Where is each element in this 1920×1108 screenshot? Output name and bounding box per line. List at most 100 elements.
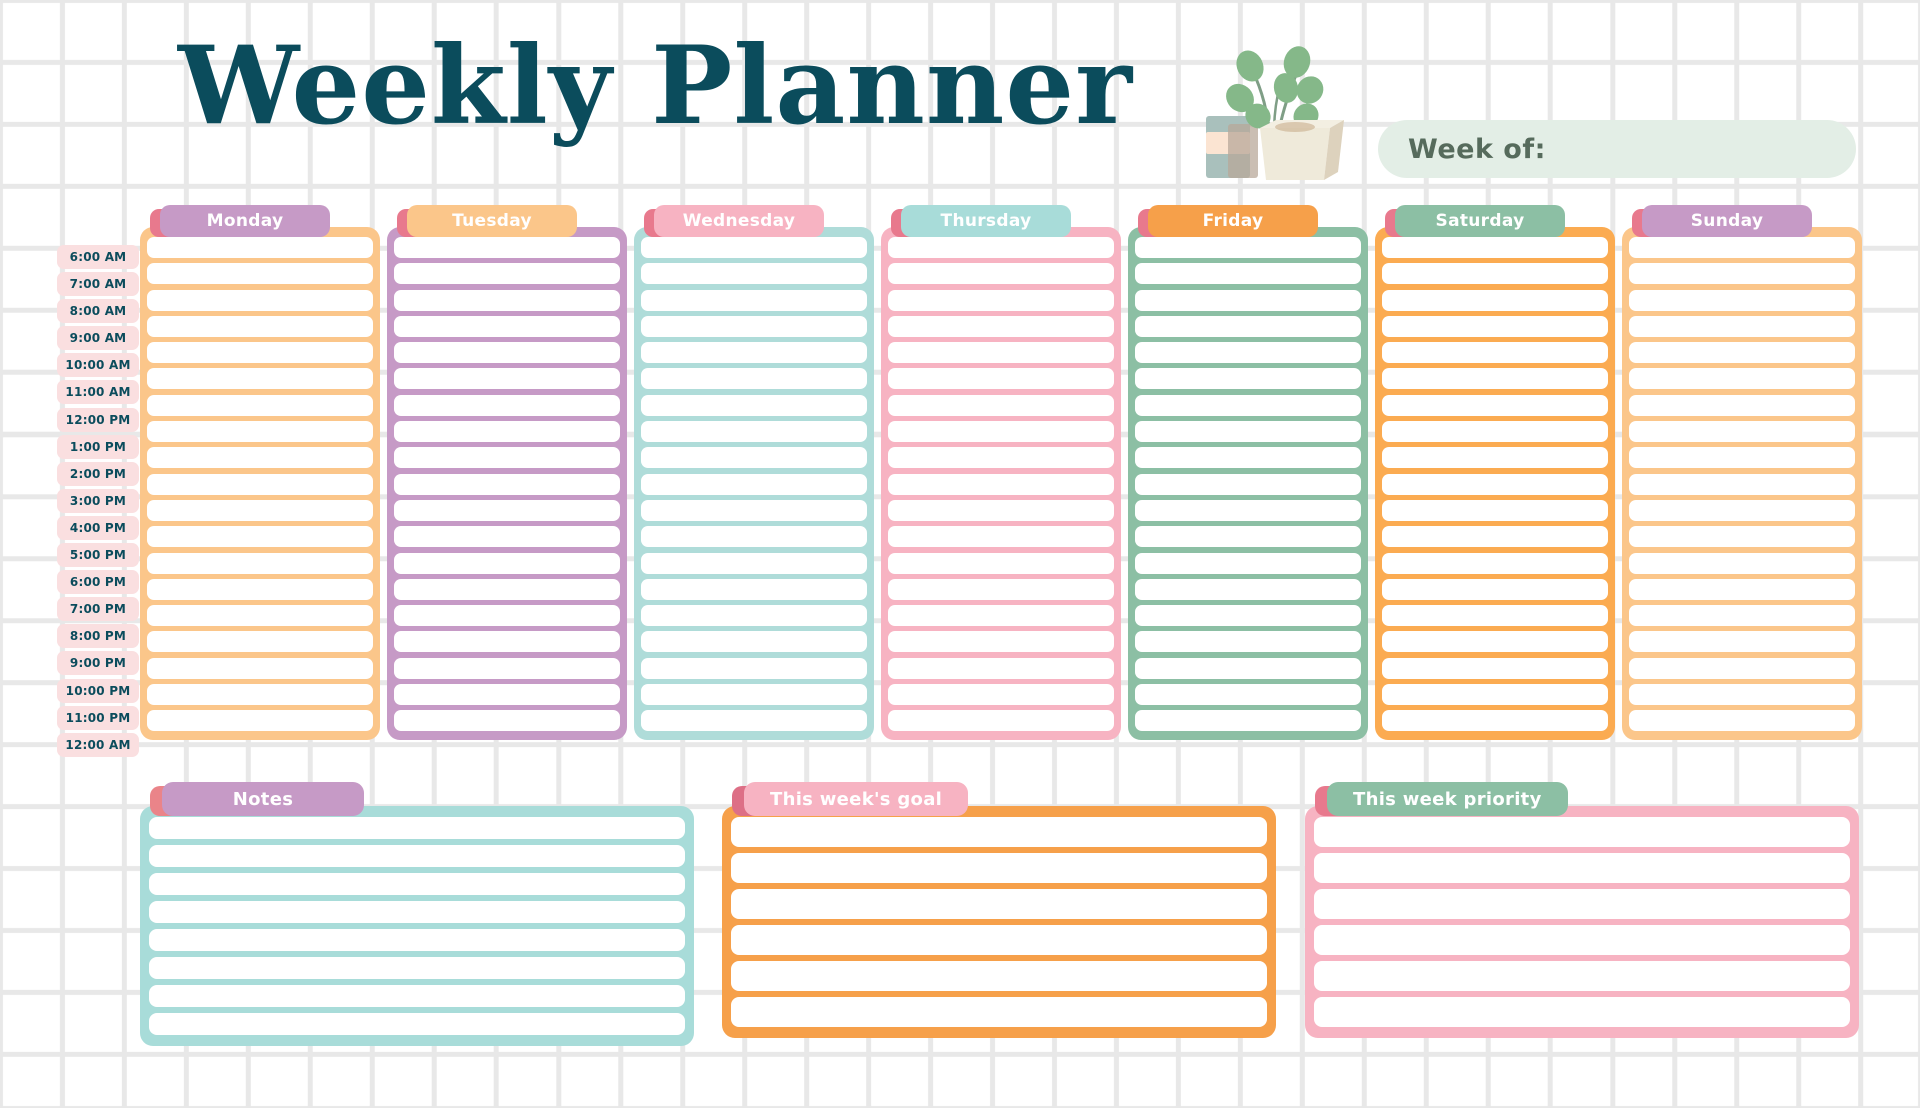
day-entry-slot[interactable] xyxy=(1135,684,1361,706)
day-entry-slot[interactable] xyxy=(1135,473,1361,495)
day-entry-slot[interactable] xyxy=(888,499,1114,521)
day-entry-slot[interactable] xyxy=(394,394,620,416)
day-entry-slot[interactable] xyxy=(888,421,1114,443)
day-entry-slot[interactable] xyxy=(394,368,620,390)
panel-write-line[interactable] xyxy=(149,929,685,951)
day-entry-slot[interactable] xyxy=(1382,394,1608,416)
day-entry-slot[interactable] xyxy=(394,342,620,364)
day-entry-slot[interactable] xyxy=(1382,526,1608,548)
day-entry-slot[interactable] xyxy=(394,552,620,574)
panel-write-line[interactable] xyxy=(731,853,1267,883)
day-entry-slot[interactable] xyxy=(1382,631,1608,653)
day-entry-slot[interactable] xyxy=(888,394,1114,416)
day-entry-slot[interactable] xyxy=(394,684,620,706)
day-entry-slot[interactable] xyxy=(147,657,373,679)
day-entry-slot[interactable] xyxy=(1629,315,1855,337)
day-entry-slot[interactable] xyxy=(1135,421,1361,443)
day-entry-slot[interactable] xyxy=(147,578,373,600)
day-entry-slot[interactable] xyxy=(1135,263,1361,285)
day-entry-slot[interactable] xyxy=(1629,499,1855,521)
day-entry-slot[interactable] xyxy=(147,710,373,732)
day-entry-slot[interactable] xyxy=(888,289,1114,311)
day-entry-slot[interactable] xyxy=(1629,710,1855,732)
day-entry-slot[interactable] xyxy=(1382,578,1608,600)
day-entry-slot[interactable] xyxy=(888,657,1114,679)
day-entry-slot[interactable] xyxy=(888,473,1114,495)
day-entry-slot[interactable] xyxy=(394,578,620,600)
day-entry-slot[interactable] xyxy=(1382,368,1608,390)
day-entry-slot[interactable] xyxy=(641,368,867,390)
day-entry-slot[interactable] xyxy=(147,315,373,337)
day-entry-slot[interactable] xyxy=(1382,447,1608,469)
day-entry-slot[interactable] xyxy=(888,684,1114,706)
day-entry-slot[interactable] xyxy=(1629,342,1855,364)
day-entry-slot[interactable] xyxy=(641,631,867,653)
day-entry-slot[interactable] xyxy=(1135,342,1361,364)
day-entry-slot[interactable] xyxy=(888,342,1114,364)
day-entry-slot[interactable] xyxy=(641,578,867,600)
day-entry-slot[interactable] xyxy=(1382,315,1608,337)
day-entry-slot[interactable] xyxy=(147,605,373,627)
day-entry-slot[interactable] xyxy=(888,552,1114,574)
day-entry-slot[interactable] xyxy=(1382,684,1608,706)
day-entry-slot[interactable] xyxy=(1382,342,1608,364)
day-entry-slot[interactable] xyxy=(641,421,867,443)
day-entry-slot[interactable] xyxy=(1135,631,1361,653)
day-entry-slot[interactable] xyxy=(147,526,373,548)
day-entry-slot[interactable] xyxy=(1135,237,1361,258)
day-entry-slot[interactable] xyxy=(1629,473,1855,495)
day-entry-slot[interactable] xyxy=(888,315,1114,337)
day-entry-slot[interactable] xyxy=(394,657,620,679)
day-entry-slot[interactable] xyxy=(1629,368,1855,390)
day-entry-slot[interactable] xyxy=(641,499,867,521)
day-entry-slot[interactable] xyxy=(1382,710,1608,732)
panel-write-line[interactable] xyxy=(149,901,685,923)
day-entry-slot[interactable] xyxy=(394,315,620,337)
day-entry-slot[interactable] xyxy=(147,447,373,469)
panel-write-line[interactable] xyxy=(1314,961,1850,991)
panel-write-line[interactable] xyxy=(1314,889,1850,919)
day-entry-slot[interactable] xyxy=(1135,289,1361,311)
panel-write-line[interactable] xyxy=(731,997,1267,1027)
day-entry-slot[interactable] xyxy=(1382,473,1608,495)
day-entry-slot[interactable] xyxy=(147,421,373,443)
day-entry-slot[interactable] xyxy=(641,657,867,679)
day-entry-slot[interactable] xyxy=(1135,657,1361,679)
day-entry-slot[interactable] xyxy=(1135,368,1361,390)
day-entry-slot[interactable] xyxy=(394,605,620,627)
panel-write-line[interactable] xyxy=(149,845,685,867)
day-entry-slot[interactable] xyxy=(641,526,867,548)
day-entry-slot[interactable] xyxy=(394,473,620,495)
panel-write-line[interactable] xyxy=(149,873,685,895)
day-entry-slot[interactable] xyxy=(641,447,867,469)
day-entry-slot[interactable] xyxy=(1629,526,1855,548)
day-entry-slot[interactable] xyxy=(394,631,620,653)
day-entry-slot[interactable] xyxy=(1629,421,1855,443)
day-entry-slot[interactable] xyxy=(394,237,620,258)
day-entry-slot[interactable] xyxy=(147,473,373,495)
day-entry-slot[interactable] xyxy=(147,631,373,653)
day-entry-slot[interactable] xyxy=(641,315,867,337)
day-entry-slot[interactable] xyxy=(1382,237,1608,258)
day-entry-slot[interactable] xyxy=(147,368,373,390)
day-entry-slot[interactable] xyxy=(1629,289,1855,311)
day-entry-slot[interactable] xyxy=(147,263,373,285)
day-entry-slot[interactable] xyxy=(641,473,867,495)
panel-write-line[interactable] xyxy=(731,961,1267,991)
day-entry-slot[interactable] xyxy=(1382,289,1608,311)
panel-write-line[interactable] xyxy=(149,1013,685,1035)
day-entry-slot[interactable] xyxy=(641,289,867,311)
day-entry-slot[interactable] xyxy=(1135,526,1361,548)
day-entry-slot[interactable] xyxy=(641,605,867,627)
day-entry-slot[interactable] xyxy=(147,684,373,706)
day-entry-slot[interactable] xyxy=(888,710,1114,732)
day-entry-slot[interactable] xyxy=(1382,421,1608,443)
day-entry-slot[interactable] xyxy=(888,605,1114,627)
day-entry-slot[interactable] xyxy=(394,710,620,732)
day-entry-slot[interactable] xyxy=(641,394,867,416)
day-entry-slot[interactable] xyxy=(641,710,867,732)
day-entry-slot[interactable] xyxy=(394,289,620,311)
day-entry-slot[interactable] xyxy=(641,684,867,706)
panel-write-line[interactable] xyxy=(1314,817,1850,847)
day-entry-slot[interactable] xyxy=(394,263,620,285)
